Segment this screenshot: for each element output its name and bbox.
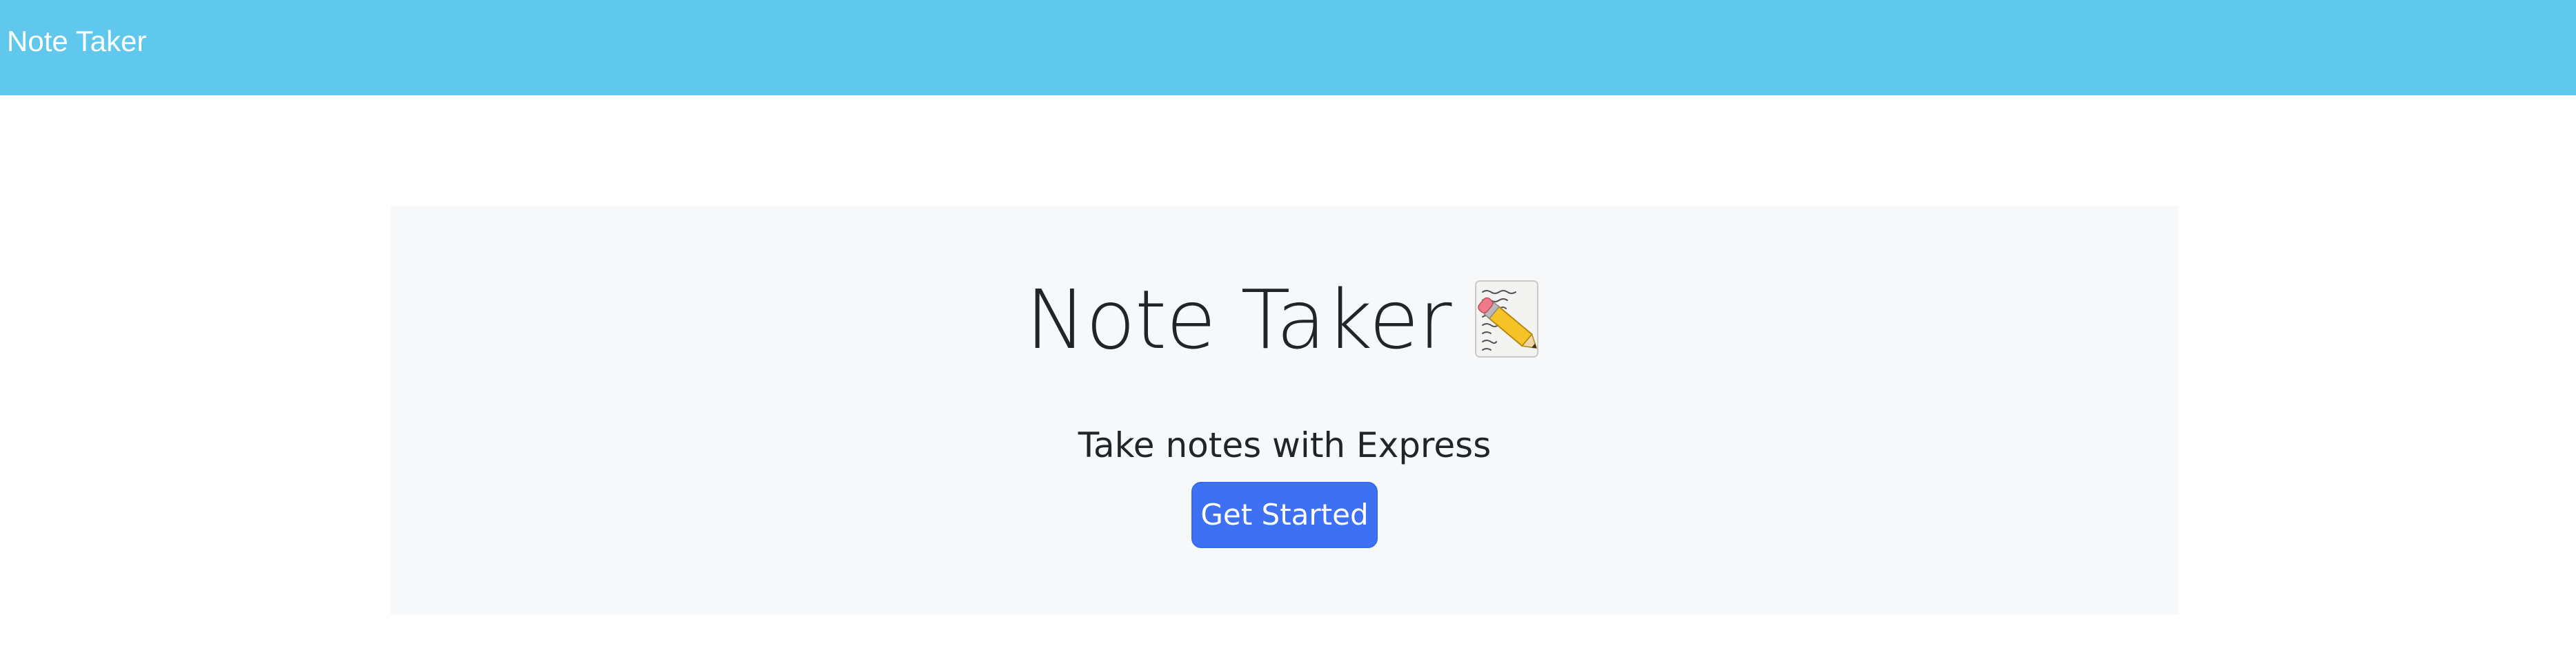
get-started-button[interactable]: Get Started — [1191, 482, 1378, 548]
cta-wrapper: Get Started — [390, 482, 2179, 548]
navbar: Note Taker — [0, 0, 2576, 95]
memo-icon — [1474, 280, 1543, 360]
navbar-brand[interactable]: Note Taker — [7, 22, 146, 61]
hero-jumbotron: Note Taker Take notes with Express Get S… — [390, 206, 2179, 614]
hero-subtitle: Take notes with Express — [1078, 425, 1492, 465]
hero-title-row: Note Taker — [390, 271, 2179, 368]
page-title: Note Taker — [1025, 272, 1452, 367]
